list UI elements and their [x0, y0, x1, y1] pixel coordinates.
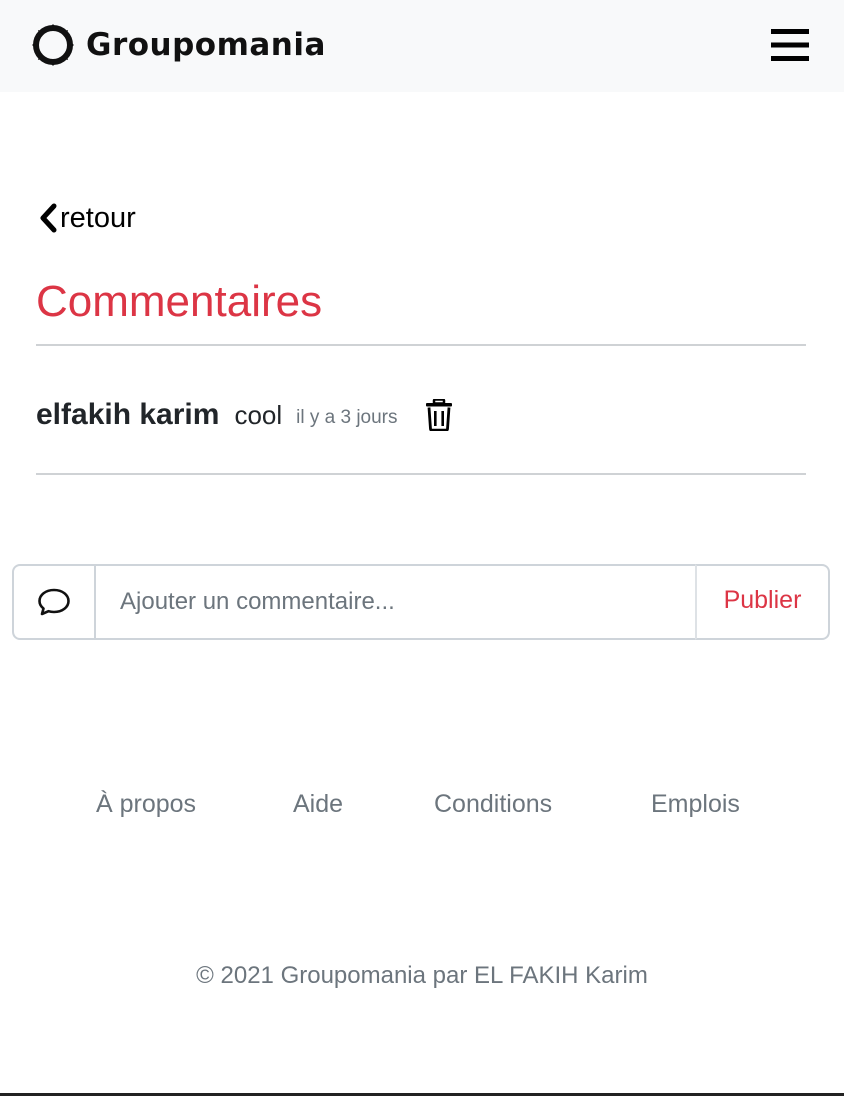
back-link-label: retour	[60, 201, 136, 234]
top-navbar: Groupomania	[0, 0, 844, 92]
publish-button[interactable]: Publier	[695, 564, 830, 640]
comment-item: elfakih karim cool il y a 3 jours	[36, 392, 454, 438]
footer-link-help[interactable]: Aide	[293, 790, 343, 819]
back-link[interactable]: retour	[36, 198, 136, 238]
hamburger-menu-icon	[771, 29, 809, 61]
comment-author[interactable]: elfakih karim	[36, 398, 219, 432]
footer-link-jobs[interactable]: Emplois	[651, 790, 740, 819]
divider	[36, 473, 806, 475]
divider	[36, 344, 806, 346]
comment-text: cool	[234, 399, 283, 430]
comment-timestamp: il y a 3 jours	[296, 407, 398, 428]
comments-title: Commentaires	[36, 277, 323, 326]
chevron-left-icon	[40, 203, 57, 233]
trash-icon	[425, 399, 452, 431]
groupomania-logo-icon	[32, 24, 74, 66]
brand-name: Groupomania	[86, 27, 326, 63]
add-comment-form: Publier	[12, 564, 830, 640]
copyright-text: © 2021 Groupomania par EL FAKIH Karim	[196, 962, 648, 989]
brand-home-link[interactable]: Groupomania	[30, 22, 326, 68]
delete-comment-button[interactable]	[424, 397, 454, 433]
menu-toggle-button[interactable]	[766, 24, 814, 66]
speech-bubble-icon	[38, 588, 70, 616]
footer-links: À propos Aide Conditions Emplois	[0, 790, 844, 826]
footer-link-about[interactable]: À propos	[96, 790, 196, 819]
comment-input-addon	[12, 564, 96, 640]
footer-link-terms[interactable]: Conditions	[434, 790, 552, 819]
comment-input[interactable]	[96, 564, 697, 640]
